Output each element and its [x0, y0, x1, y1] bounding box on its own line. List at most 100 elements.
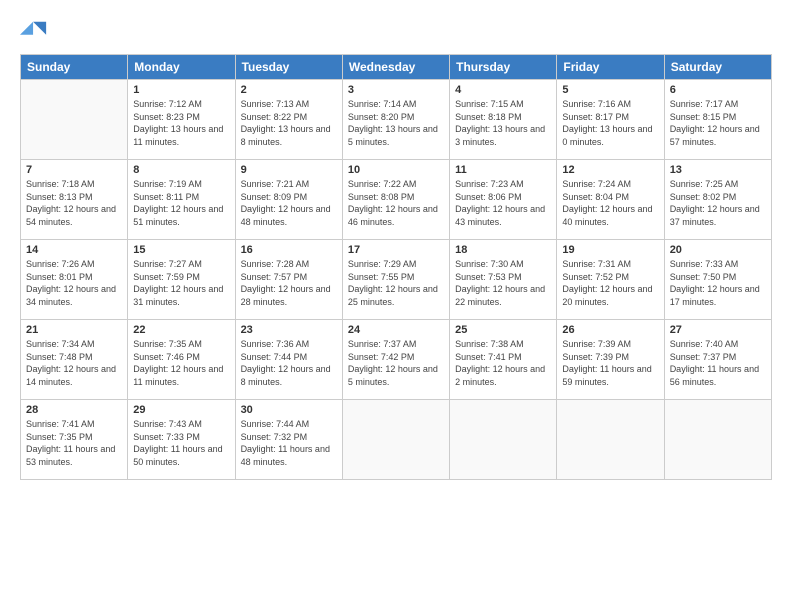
day-info: Sunrise: 7:18 AMSunset: 8:13 PMDaylight:… — [26, 178, 122, 228]
calendar-cell: 20 Sunrise: 7:33 AMSunset: 7:50 PMDayligh… — [664, 240, 771, 320]
day-number: 6 — [670, 84, 766, 96]
calendar-cell: 28Sunrise: 7:41 AMSunset: 7:35 PMDayligh… — [21, 400, 128, 480]
day-info: Sunrise: 7:38 AMSunset: 7:41 PMDaylight:… — [455, 338, 551, 388]
calendar-week-row: 7Sunrise: 7:18 AMSunset: 8:13 PMDaylight… — [21, 160, 772, 240]
calendar-cell: 29 Sunrise: 7:43 AMSunset: 7:33 PMDayligh… — [128, 400, 235, 480]
calendar-cell: 10 Sunrise: 7:22 AMSunset: 8:08 PMDayligh… — [342, 160, 449, 240]
calendar-cell: 19 Sunrise: 7:31 AMSunset: 7:52 PMDayligh… — [557, 240, 664, 320]
calendar-cell: 23Sunrise: 7:36 AMSunset: 7:44 PMDayligh… — [235, 320, 342, 400]
day-info: Sunrise: 7:35 AMSunset: 7:46 PMDaylight:… — [133, 338, 229, 388]
day-info: Sunrise: 7:43 AMSunset: 7:33 PMDaylight:… — [133, 418, 229, 468]
day-info: Sunrise: 7:15 AMSunset: 8:18 PMDaylight:… — [455, 98, 551, 148]
weekday-header: Friday — [557, 55, 664, 80]
calendar-cell: 2 Sunrise: 7:13 AMSunset: 8:22 PMDaylight… — [235, 80, 342, 160]
day-info: Sunrise: 7:26 AMSunset: 8:01 PMDaylight:… — [26, 258, 122, 308]
weekday-header: Saturday — [664, 55, 771, 80]
day-info: Sunrise: 7:23 AMSunset: 8:06 PMDaylight:… — [455, 178, 551, 228]
calendar-cell — [21, 80, 128, 160]
calendar-week-row: 28Sunrise: 7:41 AMSunset: 7:35 PMDayligh… — [21, 400, 772, 480]
calendar-cell: 18 Sunrise: 7:30 AMSunset: 7:53 PMDayligh… — [450, 240, 557, 320]
day-number: 4 — [455, 84, 551, 96]
day-info: Sunrise: 7:39 AMSunset: 7:39 PMDaylight:… — [562, 338, 658, 388]
day-number: 1 — [133, 84, 229, 96]
day-number: 28 — [26, 404, 122, 416]
calendar-week-row: 21 Sunrise: 7:34 AMSunset: 7:48 PMDayligh… — [21, 320, 772, 400]
day-number: 9 — [241, 164, 337, 176]
logo — [20, 18, 52, 46]
day-number: 3 — [348, 84, 444, 96]
day-number: 14 — [26, 244, 122, 256]
calendar-cell — [664, 400, 771, 480]
day-number: 27 — [670, 324, 766, 336]
calendar-cell — [557, 400, 664, 480]
day-info: Sunrise: 7:22 AMSunset: 8:08 PMDaylight:… — [348, 178, 444, 228]
day-number: 21 — [26, 324, 122, 336]
day-number: 13 — [670, 164, 766, 176]
calendar-cell: 26 Sunrise: 7:39 AMSunset: 7:39 PMDayligh… — [557, 320, 664, 400]
day-info: Sunrise: 7:34 AMSunset: 7:48 PMDaylight:… — [26, 338, 122, 388]
calendar-cell: 24Sunrise: 7:37 AMSunset: 7:42 PMDayligh… — [342, 320, 449, 400]
calendar-cell: 11Sunrise: 7:23 AMSunset: 8:06 PMDayligh… — [450, 160, 557, 240]
day-number: 12 — [562, 164, 658, 176]
day-number: 24 — [348, 324, 444, 336]
day-info: Sunrise: 7:28 AMSunset: 7:57 PMDaylight:… — [241, 258, 337, 308]
day-info: Sunrise: 7:17 AMSunset: 8:15 PMDaylight:… — [670, 98, 766, 148]
calendar-cell: 8Sunrise: 7:19 AMSunset: 8:11 PMDaylight… — [128, 160, 235, 240]
day-number: 29 — [133, 404, 229, 416]
calendar-cell: 15 Sunrise: 7:27 AMSunset: 7:59 PMDayligh… — [128, 240, 235, 320]
day-info: Sunrise: 7:33 AMSunset: 7:50 PMDaylight:… — [670, 258, 766, 308]
day-info: Sunrise: 7:13 AMSunset: 8:22 PMDaylight:… — [241, 98, 337, 148]
day-info: Sunrise: 7:12 AMSunset: 8:23 PMDaylight:… — [133, 98, 229, 148]
day-number: 23 — [241, 324, 337, 336]
calendar-cell: 4 Sunrise: 7:15 AMSunset: 8:18 PMDaylight… — [450, 80, 557, 160]
day-number: 25 — [455, 324, 551, 336]
day-number: 26 — [562, 324, 658, 336]
calendar-cell: 27 Sunrise: 7:40 AMSunset: 7:37 PMDayligh… — [664, 320, 771, 400]
calendar-cell: 25 Sunrise: 7:38 AMSunset: 7:41 PMDayligh… — [450, 320, 557, 400]
day-info: Sunrise: 7:30 AMSunset: 7:53 PMDaylight:… — [455, 258, 551, 308]
weekday-header: Monday — [128, 55, 235, 80]
calendar-cell: 14 Sunrise: 7:26 AMSunset: 8:01 PMDayligh… — [21, 240, 128, 320]
calendar-cell — [342, 400, 449, 480]
calendar-cell — [450, 400, 557, 480]
day-number: 10 — [348, 164, 444, 176]
day-number: 19 — [562, 244, 658, 256]
day-number: 20 — [670, 244, 766, 256]
day-info: Sunrise: 7:27 AMSunset: 7:59 PMDaylight:… — [133, 258, 229, 308]
day-number: 8 — [133, 164, 229, 176]
calendar-week-row: 1 Sunrise: 7:12 AMSunset: 8:23 PMDaylight… — [21, 80, 772, 160]
day-info: Sunrise: 7:25 AMSunset: 8:02 PMDaylight:… — [670, 178, 766, 228]
weekday-header: Tuesday — [235, 55, 342, 80]
day-info: Sunrise: 7:14 AMSunset: 8:20 PMDaylight:… — [348, 98, 444, 148]
calendar-cell: 3 Sunrise: 7:14 AMSunset: 8:20 PMDaylight… — [342, 80, 449, 160]
header — [20, 18, 772, 46]
calendar-cell: 9Sunrise: 7:21 AMSunset: 8:09 PMDaylight… — [235, 160, 342, 240]
day-number: 17 — [348, 244, 444, 256]
weekday-header: Wednesday — [342, 55, 449, 80]
calendar-cell: 6 Sunrise: 7:17 AMSunset: 8:15 PMDaylight… — [664, 80, 771, 160]
day-info: Sunrise: 7:31 AMSunset: 7:52 PMDaylight:… — [562, 258, 658, 308]
day-number: 18 — [455, 244, 551, 256]
day-info: Sunrise: 7:16 AMSunset: 8:17 PMDaylight:… — [562, 98, 658, 148]
day-info: Sunrise: 7:29 AMSunset: 7:55 PMDaylight:… — [348, 258, 444, 308]
day-info: Sunrise: 7:40 AMSunset: 7:37 PMDaylight:… — [670, 338, 766, 388]
calendar-week-row: 14 Sunrise: 7:26 AMSunset: 8:01 PMDayligh… — [21, 240, 772, 320]
weekday-header: Thursday — [450, 55, 557, 80]
day-number: 22 — [133, 324, 229, 336]
weekday-header: Sunday — [21, 55, 128, 80]
header-row: SundayMondayTuesdayWednesdayThursdayFrid… — [21, 55, 772, 80]
calendar-page: SundayMondayTuesdayWednesdayThursdayFrid… — [0, 0, 792, 612]
logo-icon — [20, 18, 48, 46]
calendar-cell: 22 Sunrise: 7:35 AMSunset: 7:46 PMDayligh… — [128, 320, 235, 400]
day-info: Sunrise: 7:44 AMSunset: 7:32 PMDaylight:… — [241, 418, 337, 468]
calendar-cell: 30 Sunrise: 7:44 AMSunset: 7:32 PMDayligh… — [235, 400, 342, 480]
calendar-cell: 7Sunrise: 7:18 AMSunset: 8:13 PMDaylight… — [21, 160, 128, 240]
day-number: 30 — [241, 404, 337, 416]
day-number: 15 — [133, 244, 229, 256]
calendar-cell: 16Sunrise: 7:28 AMSunset: 7:57 PMDayligh… — [235, 240, 342, 320]
calendar-cell: 1 Sunrise: 7:12 AMSunset: 8:23 PMDaylight… — [128, 80, 235, 160]
day-number: 2 — [241, 84, 337, 96]
calendar-cell: 21 Sunrise: 7:34 AMSunset: 7:48 PMDayligh… — [21, 320, 128, 400]
day-info: Sunrise: 7:24 AMSunset: 8:04 PMDaylight:… — [562, 178, 658, 228]
calendar-cell: 17 Sunrise: 7:29 AMSunset: 7:55 PMDayligh… — [342, 240, 449, 320]
